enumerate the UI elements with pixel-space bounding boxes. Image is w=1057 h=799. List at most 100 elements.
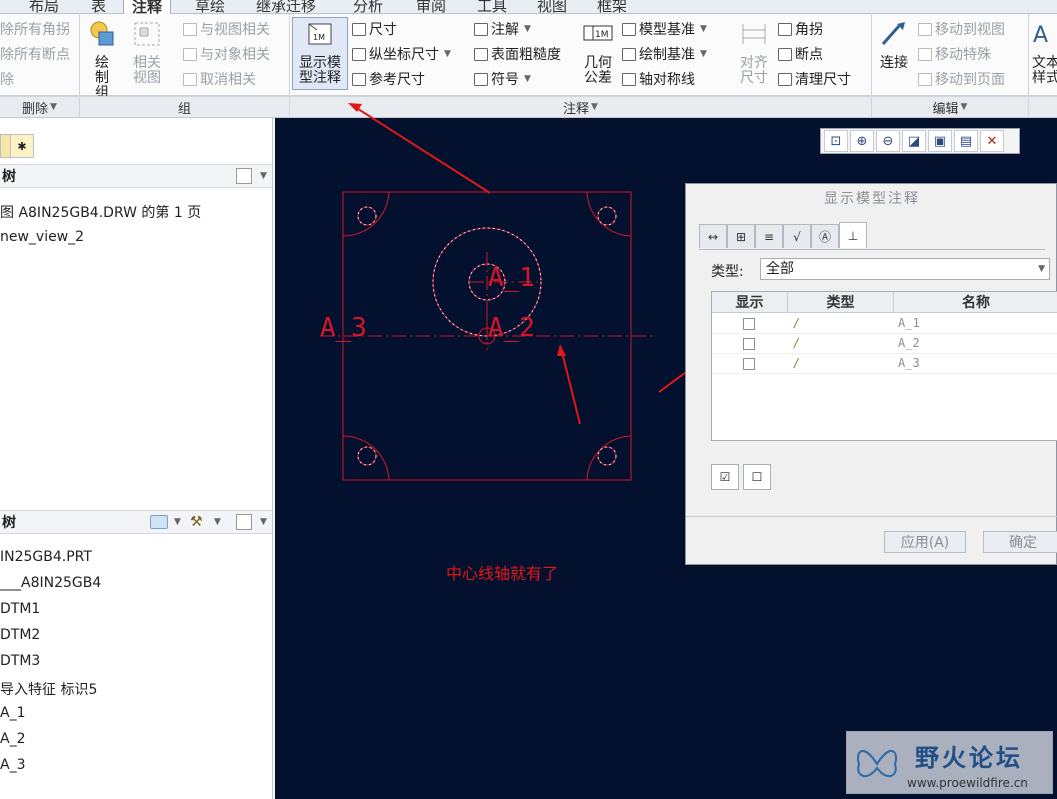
relate-to-object-command[interactable]: 与对象相关 [183, 44, 270, 64]
dimension-tab-icon[interactable]: ↔ [699, 224, 727, 248]
tab-frame[interactable]: 框架 [597, 0, 627, 15]
show-checkbox[interactable] [743, 338, 755, 350]
geometric-tolerance-button[interactable]: 1M 几何公差 [580, 20, 616, 86]
tree-item[interactable]: DTM2 [0, 627, 40, 643]
move-special-command[interactable]: 移动特殊 [918, 44, 991, 64]
move-to-view-command[interactable]: 移动到视图 [918, 19, 1005, 39]
tree-settings-icon[interactable] [236, 168, 252, 184]
surface-finish-tab-icon[interactable]: √ [783, 224, 811, 248]
draft-datum-command[interactable]: 绘制基准 ▼ [622, 44, 707, 64]
ribbon-tab-bar: 布局 表 注释 草绘 继承迁移 分析 审阅 工具 视图 框架 [0, 0, 1057, 16]
display-style-icon[interactable] [150, 515, 168, 529]
type-select[interactable]: 全部 ▼ [760, 258, 1050, 280]
unrelate-command[interactable]: 取消相关 [183, 69, 256, 89]
tab-table[interactable]: 表 [91, 0, 106, 15]
apply-button[interactable]: 应用(A) [884, 531, 966, 553]
sheet-icon[interactable]: ▤ [954, 130, 978, 152]
related-view-icon [134, 22, 160, 46]
column-header-show[interactable]: 显示 [712, 292, 788, 313]
chevron-down-icon[interactable]: ▼ [1038, 259, 1045, 279]
group-label-edit[interactable]: 编辑 ▼ [872, 96, 1028, 118]
break-command[interactable]: 断点 [778, 44, 823, 64]
dimension-command[interactable]: 尺寸 [352, 19, 397, 39]
tree-item[interactable]: ___A8IN25GB4 [0, 575, 101, 591]
related-view-button[interactable]: 相关视图 [125, 20, 169, 86]
annotation-display-icon[interactable]: ✕ [980, 130, 1004, 152]
align-dimension-icon [742, 24, 766, 44]
chevron-down-icon[interactable]: ▼ [260, 517, 267, 527]
tree-item[interactable]: DTM3 [0, 653, 40, 669]
note-tab-icon[interactable]: ≡ [755, 224, 783, 248]
chevron-down-icon[interactable]: ▼ [214, 517, 221, 527]
svg-text:1M: 1M [313, 33, 325, 42]
connect-button[interactable]: 连接 [876, 20, 912, 71]
chevron-down-icon[interactable]: ▼ [174, 517, 181, 527]
chevron-down-icon[interactable]: ▼ [260, 171, 267, 181]
delete-all-breaks-command[interactable]: 除所有断点 [0, 44, 70, 64]
tab-sketch[interactable]: 草绘 [195, 0, 225, 15]
reference-dimension-icon [352, 72, 366, 86]
zoom-out-icon[interactable]: ⊖ [876, 130, 900, 152]
tab-tools[interactable]: 工具 [477, 0, 507, 15]
tree-item[interactable]: 导入特征 标识5 [0, 679, 97, 699]
relate-view-icon [183, 22, 197, 36]
tree-item[interactable]: A_3 [0, 757, 25, 773]
tab-annotate[interactable]: 注释 [123, 0, 172, 16]
symbol-tab-icon[interactable]: Ⓐ [811, 224, 839, 248]
show-checkbox[interactable] [743, 318, 755, 330]
relate-to-view-command[interactable]: 与视图相关 [183, 19, 270, 39]
display-style-icon[interactable]: ▣ [928, 130, 952, 152]
select-all-icon[interactable]: ☑ [711, 464, 739, 490]
ok-button[interactable]: 确定 [983, 531, 1057, 553]
tab-analysis[interactable]: 分析 [353, 0, 383, 15]
table-row[interactable]: / A_2 [712, 334, 1057, 354]
show-checkbox[interactable] [743, 358, 755, 370]
tree-item[interactable]: new_view_2 [0, 229, 84, 245]
jog-command[interactable]: 角拐 [778, 19, 823, 39]
favorites-tab-icon[interactable]: ✱ [10, 134, 34, 158]
table-row[interactable]: / A_3 [712, 354, 1057, 374]
show-model-annotation-button[interactable]: 1M 显示模型注释 [292, 17, 348, 90]
surface-finish-command[interactable]: 表面粗糙度 [474, 44, 561, 64]
model-datum-command[interactable]: 模型基准 ▼ [622, 19, 707, 39]
move-to-sheet-icon [918, 72, 932, 86]
column-header-name[interactable]: 名称 [894, 292, 1057, 313]
text-style-button[interactable]: A 文本样式 [1031, 20, 1057, 86]
deselect-all-icon[interactable]: ☐ [743, 464, 771, 490]
reference-dimension-command[interactable]: 参考尺寸 [352, 69, 425, 89]
tree-item[interactable]: DTM1 [0, 601, 40, 617]
delete-all-jogs-command[interactable]: 除所有角拐 [0, 19, 70, 39]
group-label-annotation[interactable]: 注释 ▼ [290, 96, 871, 118]
ordinate-dimension-command[interactable]: 纵坐标尺寸 ▼ [352, 44, 451, 64]
tab-legacy-migration[interactable]: 继承迁移 [256, 0, 316, 15]
align-dimension-button[interactable]: 对齐尺寸 [736, 20, 772, 86]
axis-symmetry-line-command[interactable]: 轴对称线 [622, 69, 695, 89]
tab-divider [699, 249, 1045, 250]
tab-review[interactable]: 审阅 [416, 0, 446, 15]
draw-group-button[interactable]: 绘制组 [84, 20, 120, 101]
tab-view[interactable]: 视图 [537, 0, 567, 15]
delete-command[interactable]: 除 [0, 69, 14, 89]
note-command[interactable]: 注解 ▼ [474, 19, 531, 39]
left-navigation-pane: ✱ 树 ▼ 图 A8IN25GB4.DRW 的第 1 页 new_view_2 … [0, 118, 273, 799]
tree-item[interactable]: A_2 [0, 731, 25, 747]
geometric-tolerance-tab-icon[interactable]: ⊞ [727, 224, 755, 248]
table-row[interactable]: / A_1 [712, 314, 1057, 334]
tree-item[interactable]: 图 A8IN25GB4.DRW 的第 1 页 [0, 202, 201, 222]
move-to-sheet-command[interactable]: 移动到页面 [918, 69, 1005, 89]
tree-item[interactable]: A_1 [0, 705, 25, 721]
column-header-type[interactable]: 类型 [788, 292, 894, 313]
datum-tab-icon[interactable]: ⊥ [839, 222, 867, 248]
annotation-caption: 中心线轴就有了 [446, 564, 559, 583]
tools-icon[interactable]: ⚒ [190, 514, 208, 532]
repaint-icon[interactable]: ◪ [902, 130, 926, 152]
tab-layout[interactable]: 布局 [29, 0, 59, 15]
tree-settings-icon[interactable] [236, 514, 252, 530]
group-label-delete[interactable]: 删除 ▼ [0, 96, 79, 118]
cleanup-dimension-command[interactable]: 清理尺寸 [778, 69, 851, 89]
refit-icon[interactable]: ⊡ [824, 130, 848, 152]
zoom-in-icon[interactable]: ⊕ [850, 130, 874, 152]
symbol-command[interactable]: 符号 ▼ [474, 69, 531, 89]
relate-object-icon [183, 47, 197, 61]
tree-item[interactable]: IN25GB4.PRT [0, 549, 92, 565]
